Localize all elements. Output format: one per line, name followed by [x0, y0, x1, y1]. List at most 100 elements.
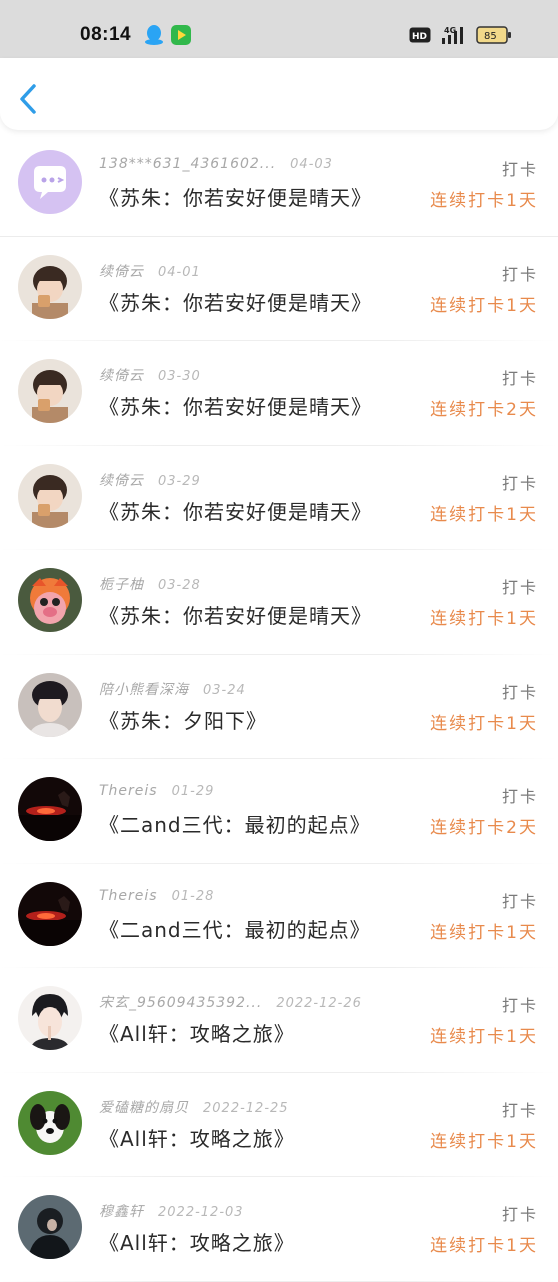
checkin-record-row[interactable]: 续倚云 03-30 《苏朱：你若安好便是晴天》 打卡 连续打卡2天: [0, 341, 558, 446]
avatar[interactable]: [18, 1195, 82, 1259]
username: 陪小熊看深海: [99, 681, 189, 698]
username: 宋玄_95609435392...: [99, 995, 263, 1011]
checkin-record-row[interactable]: Thereis 01-28 《二and三代：最初的起点》 打卡 连续打卡1天: [0, 864, 558, 968]
book-title: 《All轩：攻略之旅》: [99, 1126, 295, 1151]
username: 栀子柚: [99, 577, 144, 593]
signal-icon: 4G: [440, 25, 470, 49]
avatar[interactable]: [18, 568, 82, 632]
streak-badge: 连续打卡2天: [430, 818, 538, 838]
video-app-icon: [170, 24, 192, 50]
user-meta: 栀子柚 03-28: [99, 574, 201, 594]
checkin-date: 2022-12-25: [203, 1100, 289, 1116]
status-bar: 08:14 HD 4G 85: [0, 0, 558, 58]
user-meta: 宋玄_95609435392... 2022-12-26: [99, 992, 362, 1012]
streak-badge: 连续打卡1天: [430, 922, 538, 943]
avatar[interactable]: [18, 463, 82, 528]
checkin-date: 03-24: [203, 682, 246, 698]
checkin-label: 打卡: [501, 682, 538, 702]
streak-badge: 连续打卡2天: [430, 400, 538, 420]
checkin-record-row[interactable]: 爱磕糖的扇贝 2022-12-25 《All轩：攻略之旅》 打卡 连续打卡1天: [0, 1073, 558, 1177]
book-title: 《苏朱：你若安好便是晴天》: [99, 395, 372, 419]
streak-badge: 连续打卡1天: [430, 1236, 538, 1256]
checkin-label: 打卡: [501, 369, 538, 388]
book-title: 《苏朱：你若安好便是晴天》: [99, 186, 372, 210]
username: 续倚云: [99, 368, 144, 384]
avatar[interactable]: [18, 672, 82, 737]
chevron-left-icon[interactable]: [16, 82, 42, 120]
checkin-date: 2022-12-03: [158, 1205, 244, 1220]
checkin-record-row[interactable]: 宋玄_95609435392... 2022-12-26 《All轩：攻略之旅》 …: [0, 968, 558, 1073]
book-title: 《二and三代：最初的起点》: [99, 917, 371, 942]
username: Thereis: [99, 887, 158, 904]
checkin-date: 03-29: [158, 473, 201, 489]
avatar[interactable]: [18, 254, 82, 319]
user-meta: 陪小熊看深海 03-24: [99, 679, 246, 699]
checkin-label: 打卡: [501, 1205, 538, 1224]
username: 穆鑫轩: [99, 1204, 144, 1220]
checkin-date: 03-30: [158, 369, 201, 384]
checkin-date: 01-28: [171, 888, 215, 904]
avatar[interactable]: [18, 150, 82, 214]
checkin-date: 01-29: [171, 784, 215, 799]
checkin-record-row[interactable]: 陪小熊看深海 03-24 《苏朱：夕阳下》 打卡 连续打卡1天: [0, 655, 558, 759]
checkin-date: 03-28: [158, 578, 201, 593]
checkin-label: 打卡: [501, 578, 538, 597]
avatar[interactable]: [18, 777, 82, 841]
username: 爱磕糖的扇贝: [99, 1099, 189, 1116]
checkin-date: 2022-12-26: [276, 996, 362, 1011]
checkin-record-row[interactable]: 穆鑫轩 2022-12-03 《All轩：攻略之旅》 打卡 连续打卡1天: [0, 1177, 558, 1282]
book-title: 《All轩：攻略之旅》: [99, 1231, 295, 1255]
avatar[interactable]: [18, 1090, 82, 1155]
checkin-record-list: 138***631_4361602... 04-03 《苏朱：你若安好便是晴天》 …: [0, 132, 558, 1282]
qq-icon: [144, 24, 164, 50]
streak-badge: 连续打卡1天: [430, 1027, 538, 1047]
book-title: 《苏朱：你若安好便是晴天》: [99, 499, 372, 524]
checkin-record-row[interactable]: Thereis 01-29 《二and三代：最初的起点》 打卡 连续打卡2天: [0, 759, 558, 864]
checkin-label: 打卡: [501, 787, 538, 806]
streak-badge: 连续打卡1天: [430, 609, 538, 629]
streak-badge: 连续打卡1天: [430, 713, 538, 734]
user-meta: Thereis 01-28: [99, 888, 214, 904]
user-meta: 续倚云 03-30: [99, 365, 201, 385]
divider: [0, 1280, 558, 1282]
streak-badge: 连续打卡1天: [430, 191, 538, 211]
book-title: 《苏朱：你若安好便是晴天》: [99, 290, 372, 315]
book-title: 《苏朱：夕阳下》: [99, 708, 267, 733]
checkin-label: 打卡: [501, 891, 538, 911]
user-meta: 爱磕糖的扇贝 2022-12-25: [99, 1097, 289, 1117]
user-meta: 138***631_4361602... 04-03: [99, 156, 333, 172]
user-meta: Thereis 01-29: [99, 783, 214, 799]
username: Thereis: [99, 783, 158, 799]
status-time: 08:14: [80, 24, 132, 45]
checkin-label: 打卡: [501, 473, 538, 493]
streak-badge: 连续打卡1天: [430, 1131, 538, 1152]
checkin-label: 打卡: [501, 264, 538, 284]
user-meta: 续倚云 03-29: [99, 470, 201, 490]
avatar[interactable]: [18, 359, 82, 423]
username: 续倚云: [99, 263, 144, 280]
book-title: 《苏朱：你若安好便是晴天》: [99, 604, 372, 628]
checkin-record-row[interactable]: 138***631_4361602... 04-03 《苏朱：你若安好便是晴天》 …: [0, 132, 558, 237]
user-meta: 穆鑫轩 2022-12-03: [99, 1201, 244, 1221]
user-meta: 续倚云 04-01: [99, 261, 201, 281]
username: 续倚云: [99, 472, 144, 489]
checkin-record-row[interactable]: 栀子柚 03-28 《苏朱：你若安好便是晴天》 打卡 连续打卡1天: [0, 550, 558, 655]
hd-label: HD: [412, 32, 427, 42]
checkin-label: 打卡: [501, 160, 538, 179]
checkin-record-row[interactable]: 续倚云 03-29 《苏朱：你若安好便是晴天》 打卡 连续打卡1天: [0, 446, 558, 550]
battery-level: 85: [484, 31, 497, 42]
checkin-record-row[interactable]: 续倚云 04-01 《苏朱：你若安好便是晴天》 打卡 连续打卡1天: [0, 237, 558, 341]
streak-badge: 连续打卡1天: [430, 504, 538, 525]
avatar[interactable]: [18, 881, 82, 946]
avatar[interactable]: [18, 986, 82, 1050]
checkin-date: 04-01: [158, 264, 201, 280]
book-title: 《All轩：攻略之旅》: [99, 1022, 295, 1046]
book-title: 《二and三代：最初的起点》: [99, 813, 371, 837]
hd-icon: HD: [409, 27, 431, 47]
checkin-label: 打卡: [501, 1100, 538, 1120]
battery-icon: 85: [476, 26, 512, 48]
streak-badge: 连续打卡1天: [430, 295, 538, 316]
checkin-label: 打卡: [501, 996, 538, 1015]
username: 138***631_4361602...: [99, 156, 277, 172]
top-nav-bar: [0, 58, 558, 130]
